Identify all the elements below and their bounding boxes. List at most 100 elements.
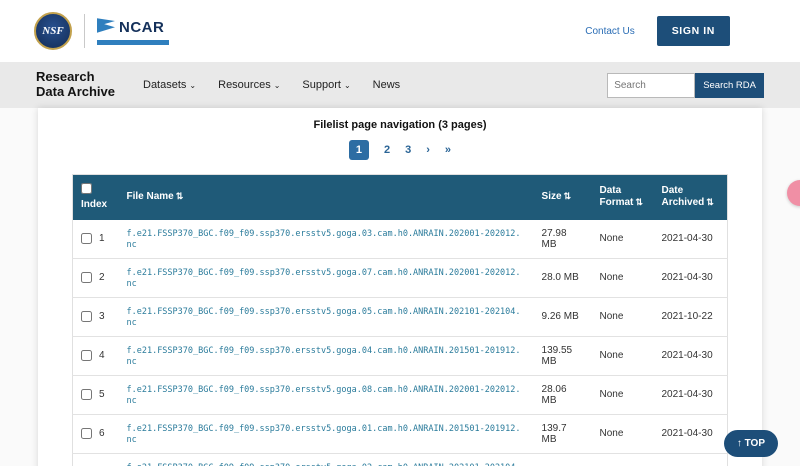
content-card: Filelist page navigation (3 pages) 1 2 3… bbox=[38, 108, 762, 466]
index-column-header: Index bbox=[73, 175, 119, 220]
row-checkbox[interactable] bbox=[81, 272, 92, 283]
date-archived-cell: 2021-04-30 bbox=[653, 220, 727, 259]
pagination: 1 2 3 › » bbox=[38, 140, 762, 160]
nav-menu: Datasets ⌄ Resources ⌄ Support ⌄ News bbox=[143, 79, 400, 91]
row-index: 1 bbox=[99, 233, 105, 244]
data-format-cell: None bbox=[592, 453, 654, 466]
search-rda-button[interactable]: Search RDA bbox=[695, 73, 764, 98]
table-header-row: Index File Name⇅ Size⇅ Data Format⇅ Date… bbox=[73, 175, 728, 220]
size-cell: 139.55 MB bbox=[534, 336, 592, 375]
row-index: 3 bbox=[99, 311, 105, 322]
size-cell: 28.06 MB bbox=[534, 375, 592, 414]
row-index: 5 bbox=[99, 389, 105, 400]
contact-us-link[interactable]: Contact Us bbox=[585, 26, 634, 37]
file-link[interactable]: f.e21.FSSP370_BGC.f09_f09.ssp370.ersstv5… bbox=[126, 385, 520, 406]
nav-item-news[interactable]: News bbox=[373, 79, 401, 91]
row-index: 2 bbox=[99, 272, 105, 283]
sort-icon[interactable]: ⇅ bbox=[564, 191, 572, 201]
file-name-cell: f.e21.FSSP370_BGC.f09_f09.ssp370.ersstv5… bbox=[118, 414, 533, 453]
file-name-column-label: File Name bbox=[126, 191, 173, 202]
data-format-cell: None bbox=[592, 375, 654, 414]
chevron-down-icon: ⌄ bbox=[344, 81, 351, 90]
size-column-label: Size bbox=[542, 191, 562, 202]
date-archived-cell: 2021-04-30 bbox=[653, 375, 727, 414]
ncar-logo-tagline-bar bbox=[97, 40, 169, 45]
row-checkbox[interactable] bbox=[81, 389, 92, 400]
data-format-cell: None bbox=[592, 220, 654, 259]
page-next-button[interactable]: › bbox=[426, 144, 430, 156]
table-row: 6 f.e21.FSSP370_BGC.f09_f09.ssp370.ersst… bbox=[73, 414, 728, 453]
sign-in-button[interactable]: SIGN IN bbox=[657, 16, 730, 46]
row-index: 6 bbox=[99, 428, 105, 439]
index-cell: 2 bbox=[73, 258, 119, 297]
sort-icon[interactable]: ⇅ bbox=[635, 197, 643, 207]
page-last-button[interactable]: » bbox=[445, 144, 451, 156]
site-title-line1: Research bbox=[36, 70, 115, 85]
file-name-column-header[interactable]: File Name⇅ bbox=[118, 175, 533, 220]
sort-icon[interactable]: ⇅ bbox=[706, 197, 714, 207]
back-to-top-button[interactable]: ↑ TOP bbox=[724, 430, 778, 457]
size-cell: 139.7 MB bbox=[534, 414, 592, 453]
table-row: 7 f.e21.FSSP370_BGC.f09_f09.ssp370.ersst… bbox=[73, 453, 728, 466]
date-archived-cell: 2021-10-22 bbox=[653, 297, 727, 336]
data-format-cell: None bbox=[592, 336, 654, 375]
filelist-pagination-title: Filelist page navigation (3 pages) bbox=[38, 119, 762, 131]
sort-icon[interactable]: ⇅ bbox=[176, 191, 184, 201]
row-checkbox[interactable] bbox=[81, 233, 92, 244]
size-column-header[interactable]: Size⇅ bbox=[534, 175, 592, 220]
table-row: 3 f.e21.FSSP370_BGC.f09_f09.ssp370.ersst… bbox=[73, 297, 728, 336]
row-checkbox[interactable] bbox=[81, 311, 92, 322]
data-format-column-header[interactable]: Data Format⇅ bbox=[592, 175, 654, 220]
size-cell: 9.26 MB bbox=[534, 297, 592, 336]
ncar-logo-text: NCAR bbox=[119, 19, 164, 36]
date-archived-column-header[interactable]: Date Archived⇅ bbox=[653, 175, 727, 220]
data-format-column-label: Data Format bbox=[600, 185, 634, 209]
search-input[interactable] bbox=[607, 73, 695, 98]
page-button-1[interactable]: 1 bbox=[349, 140, 369, 160]
filelist-table: Index File Name⇅ Size⇅ Data Format⇅ Date… bbox=[72, 174, 728, 466]
nav-item-support[interactable]: Support ⌄ bbox=[302, 79, 350, 91]
file-name-cell: f.e21.FSSP370_BGC.f09_f09.ssp370.ersstv5… bbox=[118, 453, 533, 466]
chevron-down-icon: ⌄ bbox=[189, 81, 196, 90]
index-cell: 5 bbox=[73, 375, 119, 414]
page-button-2[interactable]: 2 bbox=[384, 144, 390, 156]
data-format-cell: None bbox=[592, 414, 654, 453]
file-link[interactable]: f.e21.FSSP370_BGC.f09_f09.ssp370.ersstv5… bbox=[126, 346, 520, 367]
file-link[interactable]: f.e21.FSSP370_BGC.f09_f09.ssp370.ersstv5… bbox=[126, 463, 520, 466]
file-name-cell: f.e21.FSSP370_BGC.f09_f09.ssp370.ersstv5… bbox=[118, 375, 533, 414]
file-link[interactable]: f.e21.FSSP370_BGC.f09_f09.ssp370.ersstv5… bbox=[126, 268, 520, 289]
chevron-down-icon: ⌄ bbox=[274, 81, 281, 90]
table-row: 5 f.e21.FSSP370_BGC.f09_f09.ssp370.ersst… bbox=[73, 375, 728, 414]
file-link[interactable]: f.e21.FSSP370_BGC.f09_f09.ssp370.ersstv5… bbox=[126, 424, 520, 445]
size-cell: 9.26 MB bbox=[534, 453, 592, 466]
ncar-logo: NCAR bbox=[97, 18, 169, 45]
date-archived-cell: 2021-04-30 bbox=[653, 414, 727, 453]
size-cell: 27.98 MB bbox=[534, 220, 592, 259]
file-name-cell: f.e21.FSSP370_BGC.f09_f09.ssp370.ersstv5… bbox=[118, 336, 533, 375]
nav-item-label: Resources bbox=[218, 79, 271, 91]
row-checkbox[interactable] bbox=[81, 428, 92, 439]
data-format-cell: None bbox=[592, 258, 654, 297]
nsf-logo-text: NSF bbox=[42, 25, 63, 37]
date-archived-column-label: Date Archived bbox=[661, 185, 704, 209]
nav-item-resources[interactable]: Resources ⌄ bbox=[218, 79, 280, 91]
table-row: 1 f.e21.FSSP370_BGC.f09_f09.ssp370.ersst… bbox=[73, 220, 728, 259]
row-checkbox[interactable] bbox=[81, 350, 92, 361]
file-link[interactable]: f.e21.FSSP370_BGC.f09_f09.ssp370.ersstv5… bbox=[126, 229, 520, 250]
index-column-label: Index bbox=[81, 199, 107, 212]
site-title-line2: Data Archive bbox=[36, 85, 115, 100]
index-cell: 1 bbox=[73, 220, 119, 259]
logo-divider bbox=[84, 14, 85, 48]
index-cell: 3 bbox=[73, 297, 119, 336]
main-navbar: Research Data Archive Datasets ⌄ Resourc… bbox=[0, 62, 800, 108]
index-cell: 6 bbox=[73, 414, 119, 453]
select-all-checkbox[interactable] bbox=[81, 183, 92, 194]
date-archived-cell: 2021-10-22 bbox=[653, 453, 727, 466]
nav-item-datasets[interactable]: Datasets ⌄ bbox=[143, 79, 196, 91]
file-link[interactable]: f.e21.FSSP370_BGC.f09_f09.ssp370.ersstv5… bbox=[126, 307, 520, 328]
table-row: 2 f.e21.FSSP370_BGC.f09_f09.ssp370.ersst… bbox=[73, 258, 728, 297]
nav-item-label: Support bbox=[302, 79, 341, 91]
file-name-cell: f.e21.FSSP370_BGC.f09_f09.ssp370.ersstv5… bbox=[118, 258, 533, 297]
page-button-3[interactable]: 3 bbox=[405, 144, 411, 156]
date-archived-cell: 2021-04-30 bbox=[653, 336, 727, 375]
